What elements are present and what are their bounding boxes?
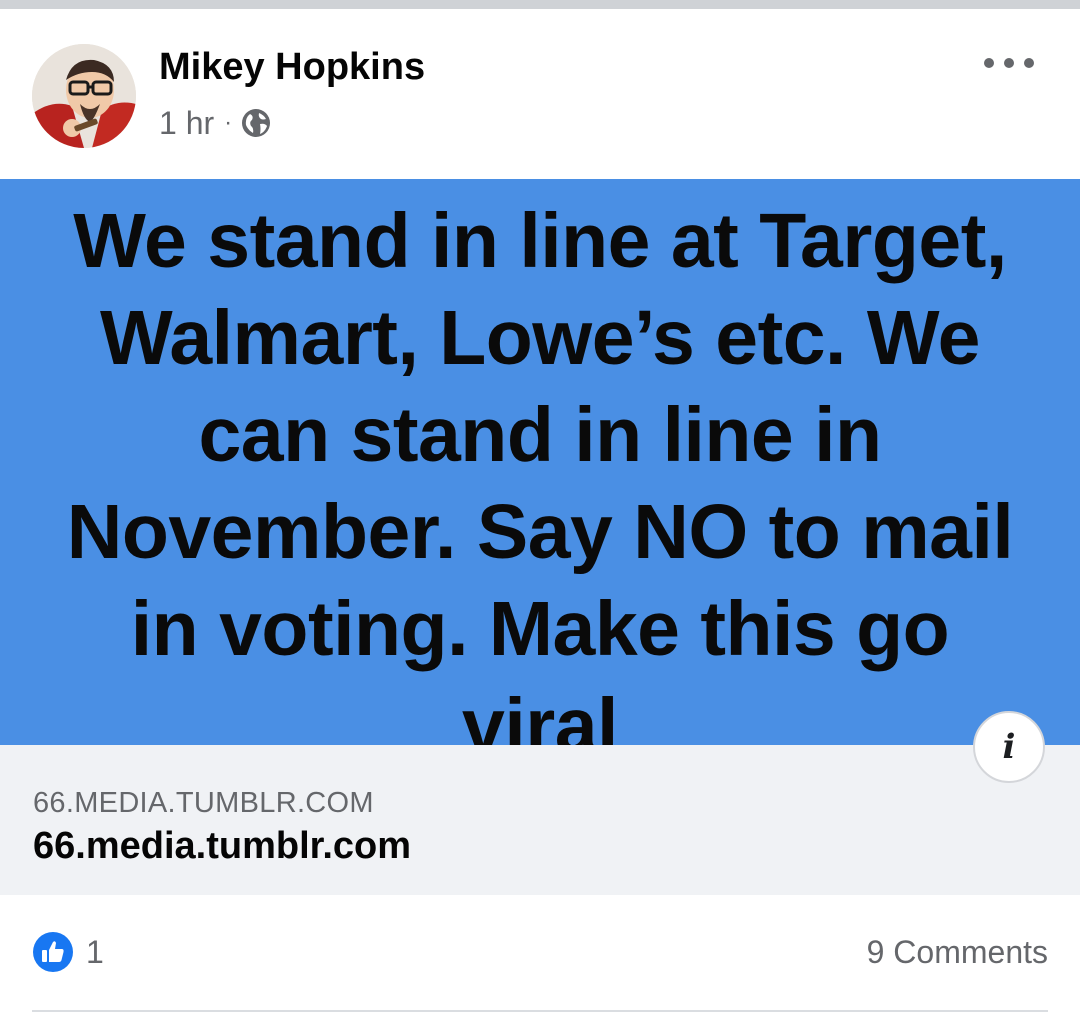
post-image[interactable]: We stand in line at Target, Walmart, Low… [0, 179, 1080, 769]
link-domain-caps: 66.MEDIA.TUMBLR.COM [33, 787, 374, 819]
link-title[interactable]: 66.media.tumblr.com [33, 825, 411, 868]
feed-separator [0, 0, 1080, 9]
more-options-icon [984, 58, 994, 68]
post-timestamp[interactable]: 1 hr [159, 105, 214, 142]
globe-icon[interactable] [240, 107, 272, 139]
author-name[interactable]: Mikey Hopkins [159, 45, 425, 89]
reaction-count: 1 [86, 933, 104, 970]
avatar-illustration [32, 44, 136, 148]
author-avatar[interactable] [32, 44, 136, 148]
link-preview[interactable]: 66.MEDIA.TUMBLR.COM 66.media.tumblr.com [0, 745, 1080, 895]
more-options-button[interactable] [984, 51, 1034, 75]
info-icon[interactable]: i [973, 711, 1045, 783]
meta-separator: · [224, 109, 233, 136]
footer-divider [32, 1010, 1048, 1012]
comments-count[interactable]: 9 Comments [867, 930, 1048, 974]
more-options-icon-dot [1024, 58, 1034, 68]
post-image-text: We stand in line at Target, Walmart, Low… [66, 198, 1014, 769]
post-meta: 1 hr · [159, 103, 272, 143]
post-card: Mikey Hopkins 1 hr · We stand in line at… [0, 9, 1080, 1021]
reactions-summary[interactable]: 1 [32, 930, 104, 974]
like-icon [33, 932, 73, 972]
more-options-icon-dot [1004, 58, 1014, 68]
